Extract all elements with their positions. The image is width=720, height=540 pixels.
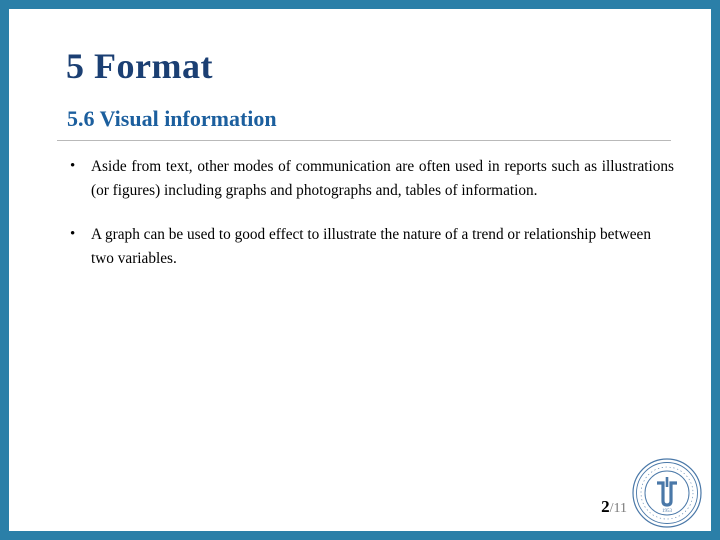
list-item-text: Aside from text, other modes of communic… — [91, 158, 674, 200]
bullet-marker-icon: • — [70, 226, 76, 243]
page-number-total: 11 — [613, 501, 627, 516]
list-item: • Aside from text, other modes of commun… — [57, 155, 674, 203]
page-number: 2/11 — [601, 497, 627, 517]
list-item-text: A graph can be used to good effect to il… — [91, 226, 651, 268]
page-title: 5 Format — [66, 46, 213, 86]
bullet-marker-icon: • — [70, 158, 76, 174]
slide-content-area: 5 Format 5.6 Visual information • Aside … — [9, 9, 711, 531]
svg-text:1953: 1953 — [662, 509, 673, 514]
page-number-current: 2 — [601, 497, 610, 516]
list-item: • A graph can be used to good effect to … — [57, 223, 674, 271]
bullet-list: • Aside from text, other modes of commun… — [57, 155, 674, 292]
university-seal-logo: 1953 — [631, 457, 703, 529]
horizontal-divider — [57, 140, 671, 141]
section-subtitle: 5.6 Visual information — [67, 106, 277, 131]
slide: 5 Format 5.6 Visual information • Aside … — [0, 0, 720, 540]
